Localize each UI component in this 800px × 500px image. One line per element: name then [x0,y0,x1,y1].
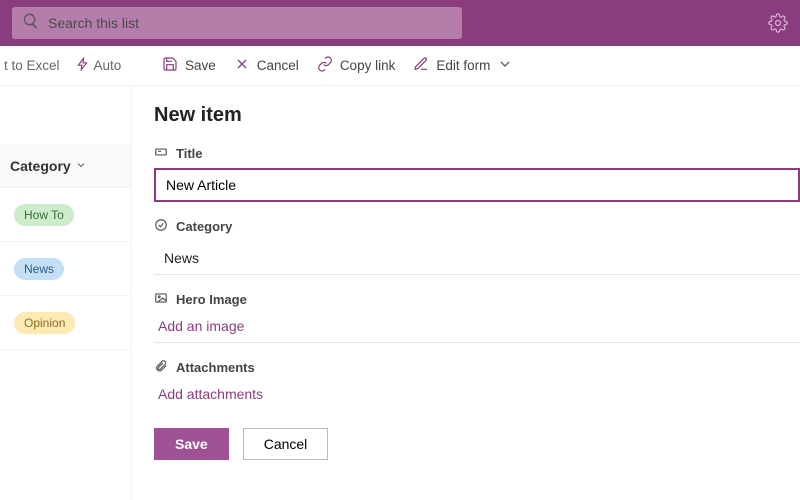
field-attachments: Attachments Add attachments [154,359,800,410]
category-input[interactable] [154,241,800,275]
category-pill: News [14,258,64,280]
list-row[interactable]: News [0,242,131,296]
field-hero-image: Hero Image Add an image [154,291,800,343]
edit-form-command[interactable]: Edit form [413,56,513,75]
field-category-label: Category [176,219,232,234]
image-icon [154,291,168,308]
save-button[interactable]: Save [154,428,229,460]
edit-icon [413,56,429,75]
category-pill: How To [14,204,74,226]
close-icon [234,56,250,75]
field-hero-label: Hero Image [176,292,247,307]
cancel-button[interactable]: Cancel [243,428,329,460]
field-attach-label: Attachments [176,360,255,375]
search-box[interactable] [12,7,462,39]
column-header-label: Category [10,158,71,174]
list-row[interactable]: How To [0,188,131,242]
new-item-panel: New item Title Category [132,86,800,500]
title-input[interactable] [154,168,800,202]
category-pill: Opinion [14,312,75,334]
add-image-link[interactable]: Add an image [154,314,800,343]
command-partial-automate[interactable]: Auto [94,58,122,73]
attachment-icon [154,359,168,376]
column-header-category[interactable]: Category [0,144,131,188]
panel-title: New item [154,104,800,127]
chevron-down-icon [497,56,513,75]
copy-link-command[interactable]: Copy link [317,56,396,75]
lightning-icon [76,57,90,74]
settings-button[interactable] [768,13,788,33]
app-header [0,0,800,46]
chevron-down-icon [75,158,87,174]
save-command[interactable]: Save [162,56,216,75]
search-icon [22,12,40,35]
command-bar-left-partial: t to Excel Auto [0,57,132,74]
text-field-icon [154,145,168,162]
copy-link-label: Copy link [340,58,396,73]
cancel-command[interactable]: Cancel [234,56,299,75]
list-row[interactable]: Opinion [0,296,131,350]
command-partial-export[interactable]: t to Excel [4,58,60,73]
field-title-label: Title [176,146,203,161]
list-background: Category How To News Opinion [0,86,132,500]
field-category: Category [154,218,800,275]
cancel-command-label: Cancel [257,58,299,73]
command-bar: t to Excel Auto Save Cancel Copy link [0,46,800,86]
link-icon [317,56,333,75]
save-icon [162,56,178,75]
choice-icon [154,218,168,235]
field-title: Title [154,145,800,202]
save-command-label: Save [185,58,216,73]
search-input[interactable] [48,15,452,31]
edit-form-label: Edit form [436,58,490,73]
add-attachments-link[interactable]: Add attachments [154,382,800,410]
gear-icon [768,20,788,37]
form-footer: Save Cancel [154,428,800,460]
